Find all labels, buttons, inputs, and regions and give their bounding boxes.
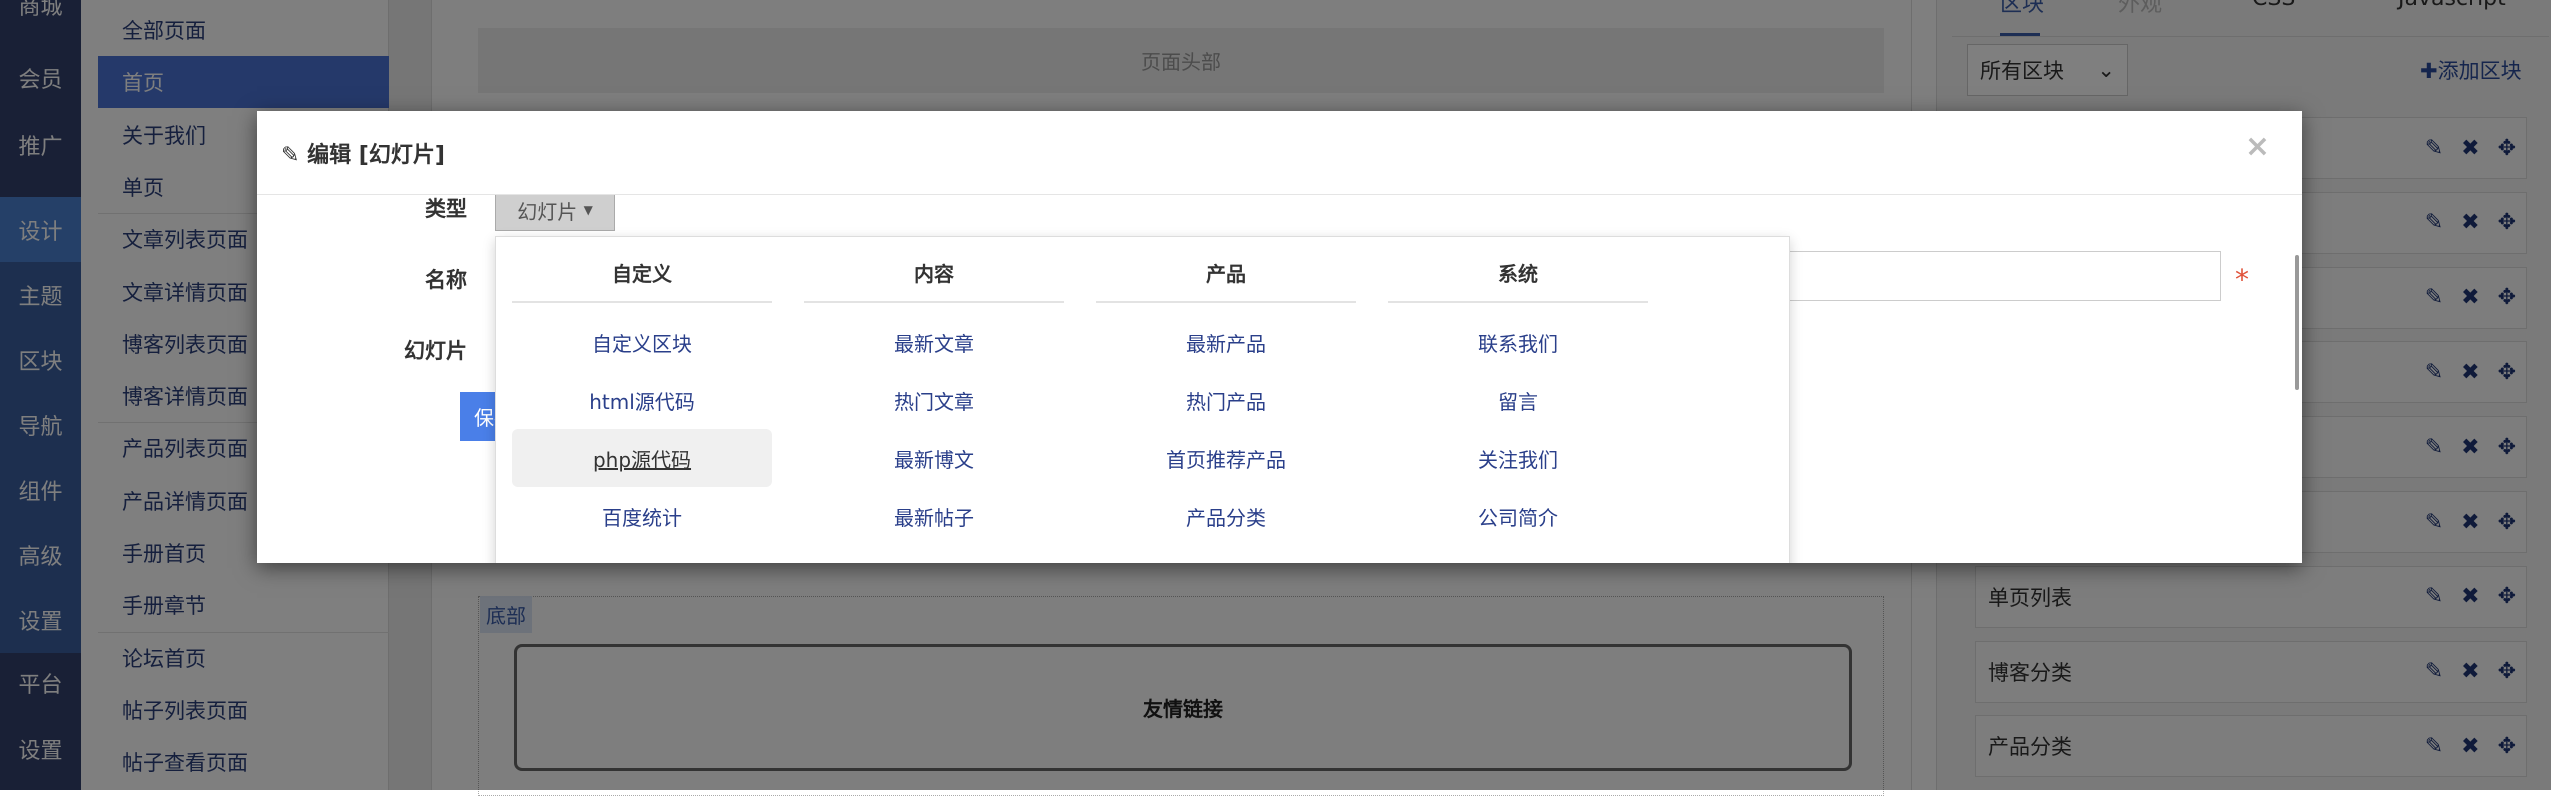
- dropdown-item[interactable]: 首页推荐产品: [1096, 429, 1356, 487]
- dropdown-column: 产品最新产品 热门产品 首页推荐产品 产品分类: [1096, 237, 1356, 563]
- edit-modal: ✎ 编辑 [幻灯片] × 类型 名称 幻灯片 幻灯片 ▼ * 保存 自定义 自定义…: [257, 111, 2302, 563]
- modal-header: ✎ 编辑 [幻灯片] ×: [257, 111, 2302, 195]
- slide-label: 幻灯片: [404, 339, 467, 363]
- dropdown-item[interactable]: 单页列表: [804, 545, 1064, 563]
- type-value: 幻灯片: [517, 199, 578, 224]
- type-label: 类型: [425, 197, 467, 221]
- column-items: 联系我们留言关注我们公司简介友情链接: [1388, 313, 1648, 563]
- dropdown-item[interactable]: 关注我们: [1388, 429, 1648, 487]
- pencil-icon: ✎: [281, 143, 300, 168]
- type-dropdown-menu: 自定义自定义区块html源代码php源代码百度统计组合区块内容最新文章热门文章最…: [495, 236, 1790, 563]
- dropdown-item[interactable]: 最新产品: [1096, 313, 1356, 371]
- dropdown-item[interactable]: 热门产品: [1096, 371, 1356, 429]
- dropdown-item[interactable]: 最新帖子: [804, 487, 1064, 545]
- column-header: 系统: [1388, 249, 1648, 303]
- dropdown-item[interactable]: 热门文章: [804, 371, 1064, 429]
- dropdown-item: [1096, 545, 1356, 563]
- modal-title: ✎ 编辑 [幻灯片]: [281, 137, 445, 169]
- column-items: 最新文章热门文章最新博文最新帖子单页列表: [804, 313, 1064, 563]
- dropdown-item[interactable]: 自定义区块: [512, 313, 772, 371]
- column-header: 产品: [1096, 249, 1356, 303]
- dropdown-item[interactable]: 联系我们: [1388, 313, 1648, 371]
- required-marker: *: [2235, 263, 2249, 296]
- dropdown-item[interactable]: html源代码: [512, 371, 772, 429]
- dropdown-item[interactable]: 百度统计: [512, 487, 772, 545]
- dropdown-item[interactable]: 产品分类: [1096, 487, 1356, 545]
- caret-down-icon: ▼: [583, 203, 593, 217]
- column-header: 内容: [804, 249, 1064, 303]
- dropdown-item[interactable]: 最新文章: [804, 313, 1064, 371]
- column-header: 自定义: [512, 249, 772, 303]
- dropdown-item[interactable]: php源代码: [512, 429, 772, 487]
- dropdown-item[interactable]: 留言: [1388, 371, 1648, 429]
- modal-scrollbar[interactable]: [2295, 255, 2299, 390]
- dropdown-column: 系统联系我们留言关注我们公司简介友情链接: [1388, 237, 1648, 563]
- dropdown-column: 自定义自定义区块html源代码php源代码百度统计组合区块: [512, 237, 772, 563]
- dropdown-item[interactable]: 组合区块: [512, 545, 772, 563]
- dropdown-item[interactable]: 友情链接: [1388, 545, 1648, 563]
- column-items: 最新产品 热门产品 首页推荐产品 产品分类: [1096, 313, 1356, 563]
- modal-title-text: 编辑 [幻灯片]: [307, 143, 445, 168]
- name-label: 名称: [425, 268, 467, 292]
- close-icon[interactable]: ×: [2245, 129, 2270, 164]
- dropdown-item[interactable]: 公司简介: [1388, 487, 1648, 545]
- type-dropdown-button[interactable]: 幻灯片 ▼: [495, 189, 615, 231]
- dropdown-column: 内容最新文章热门文章最新博文最新帖子单页列表: [804, 237, 1064, 563]
- dropdown-item[interactable]: 最新博文: [804, 429, 1064, 487]
- column-items: 自定义区块html源代码php源代码百度统计组合区块: [512, 313, 772, 563]
